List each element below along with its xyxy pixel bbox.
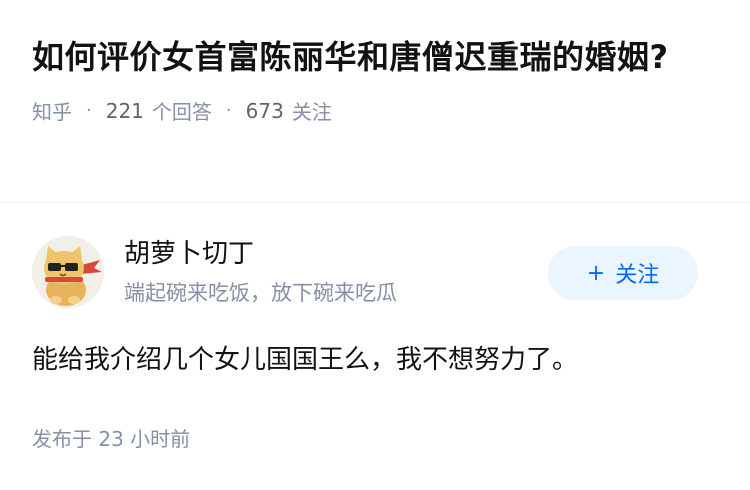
separator-dot: ·	[86, 100, 92, 121]
source-label: 知乎	[32, 100, 72, 124]
follow-button-label: 关注	[615, 263, 660, 288]
answer-content[interactable]: 能给我介绍几个女儿国国王么，我不想努力了。	[32, 340, 722, 380]
answer-count-label: 个回答	[151, 100, 212, 124]
author-card: 胡萝卜切丁 端起碗来吃饭，放下碗来吃瓜 + 关注	[32, 236, 718, 312]
cat-avatar-icon	[32, 236, 104, 308]
author-bio: 端起碗来吃饭，放下碗来吃瓜	[124, 281, 397, 305]
question-title[interactable]: 如何评价女首富陈丽华和唐僧迟重瑞的婚姻?	[32, 32, 712, 82]
divider	[0, 202, 750, 203]
plus-icon: +	[586, 260, 606, 286]
question-meta: 知乎 · 221 个回答 · 673 关注	[32, 96, 712, 125]
follow-button[interactable]: + 关注	[548, 246, 698, 300]
answer-count: 221	[105, 98, 144, 123]
follower-count-label: 关注	[291, 100, 332, 124]
avatar[interactable]	[32, 236, 104, 308]
question-header: 如何评价女首富陈丽华和唐僧迟重瑞的婚姻? 知乎 · 221 个回答 · 673 …	[32, 32, 712, 125]
publish-time: 23 小时前	[98, 427, 191, 451]
publish-info: 发布于 23 小时前	[32, 423, 190, 452]
publish-prefix: 发布于	[32, 427, 92, 451]
separator-dot: ·	[225, 100, 232, 121]
author-name[interactable]: 胡萝卜切丁	[124, 236, 254, 272]
follower-count: 673	[245, 98, 284, 123]
